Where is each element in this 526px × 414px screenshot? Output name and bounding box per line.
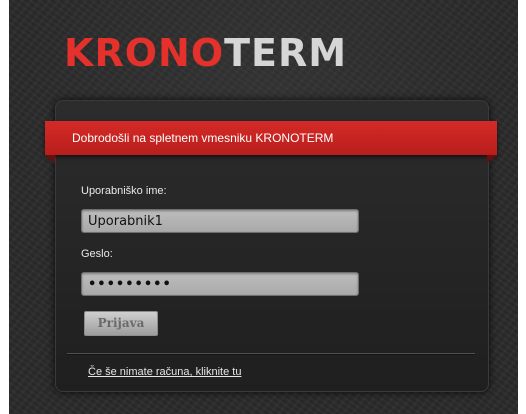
register-link[interactable]: Če še nimate računa, kliknite tu <box>88 365 241 379</box>
kronoterm-logo: KRONOTERM <box>64 31 347 75</box>
logo-part-term: TERM <box>224 31 348 75</box>
password-input[interactable] <box>81 272 359 296</box>
ribbon-fold-right <box>487 155 497 163</box>
footer-divider <box>67 353 475 355</box>
logo-part-krono: KRONO <box>64 31 225 75</box>
welcome-text: Dobrodošli na spletnem vmesniku KRONOTER… <box>72 131 334 145</box>
ribbon-fold-left <box>45 155 55 163</box>
login-button[interactable]: Prijava <box>84 311 158 336</box>
username-input[interactable] <box>81 209 359 233</box>
username-label: Uporabniško ime: <box>81 185 167 197</box>
password-label: Geslo: <box>81 248 113 260</box>
